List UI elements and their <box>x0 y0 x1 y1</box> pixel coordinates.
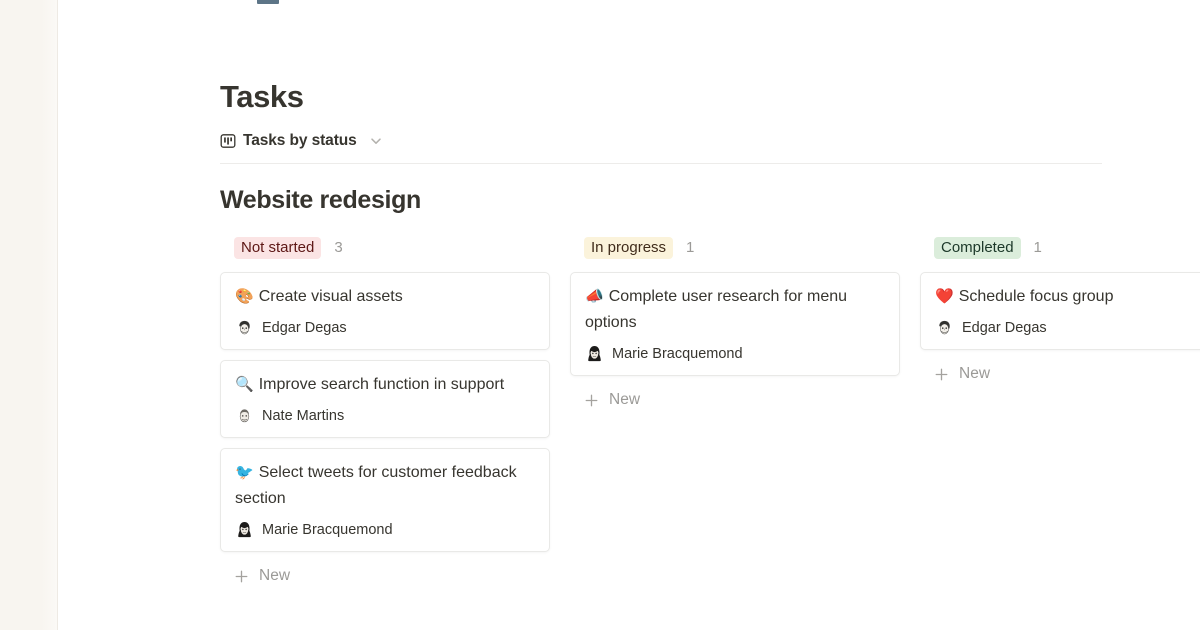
task-card-title: 📣Complete user research for menu options <box>585 284 885 336</box>
task-title-text: Improve search function in support <box>259 376 504 393</box>
status-badge[interactable]: Not started <box>234 237 321 259</box>
task-card[interactable]: 🔍 Improve search function in support Nate … <box>220 360 550 438</box>
task-card-title: ❤️ Schedule focus group <box>935 284 1200 310</box>
megaphone-emoji: 📣 <box>585 288 604 305</box>
page-content: Tasks Tasks by status Website redesign <box>58 0 1200 585</box>
magnifying-glass-emoji: 🔍 <box>235 376 254 393</box>
avatar <box>935 318 954 337</box>
card-list: 📣Complete user research for menu options… <box>570 272 920 376</box>
task-title-text: Select tweets for customer feedback sect… <box>235 464 517 507</box>
task-card[interactable]: 🎨 Create visual assets Edgar Degas <box>220 272 550 350</box>
page-title: Tasks <box>220 0 1200 116</box>
column-header: In progress 1 <box>570 236 920 259</box>
column-count: 3 <box>334 239 342 256</box>
view-toolbar: Tasks by status <box>220 132 1102 164</box>
column-header: Completed 1 <box>920 236 1200 259</box>
chevron-down-icon[interactable] <box>369 134 383 148</box>
task-title-text: Complete user research for menu options <box>585 288 847 331</box>
new-card-label: New <box>609 391 640 409</box>
task-assignee: Edgar Degas <box>235 318 535 337</box>
artist-palette-emoji: 🎨 <box>235 288 254 305</box>
sidebar-background <box>0 0 57 630</box>
plus-icon <box>934 367 949 382</box>
status-badge[interactable]: In progress <box>584 237 673 259</box>
task-card[interactable]: 📣Complete user research for menu options… <box>570 272 900 376</box>
board-group-title: Website redesign <box>220 164 1200 216</box>
column-count: 1 <box>686 239 694 256</box>
avatar <box>585 344 604 363</box>
new-card-label: New <box>259 567 290 585</box>
task-assignee: Marie Bracquemond <box>585 344 885 363</box>
kanban-board: Not started 3 🎨 Create visual assets Edgar D… <box>220 236 1200 585</box>
assignee-name: Nate Martins <box>262 408 344 424</box>
new-card-label: New <box>959 365 990 383</box>
assignee-name: Marie Bracquemond <box>612 346 743 362</box>
assignee-name: Edgar Degas <box>262 320 347 336</box>
new-card-button[interactable]: New <box>920 365 1200 383</box>
task-card-title: 🔍 Improve search function in support <box>235 372 535 398</box>
tab-tasks-by-status[interactable]: Tasks by status <box>220 132 383 150</box>
status-badge[interactable]: Completed <box>934 237 1021 259</box>
view-label: Tasks by status <box>243 132 357 150</box>
column-count: 1 <box>1034 239 1042 256</box>
task-assignee: Nate Martins <box>235 406 535 425</box>
red-heart-emoji: ❤️ <box>935 288 954 305</box>
task-card[interactable]: 🐦Select tweets for customer feedback sec… <box>220 448 550 552</box>
new-card-button[interactable]: New <box>570 391 920 409</box>
new-card-button[interactable]: New <box>220 567 570 585</box>
left-sidebar <box>0 0 58 630</box>
board-icon <box>220 133 236 149</box>
task-card-title: 🐦Select tweets for customer feedback sec… <box>235 460 535 512</box>
avatar <box>235 520 254 539</box>
assignee-name: Edgar Degas <box>962 320 1047 336</box>
task-title-text: Schedule focus group <box>959 288 1114 305</box>
assignee-name: Marie Bracquemond <box>262 522 393 538</box>
avatar <box>235 318 254 337</box>
board-column: Completed 1 ❤️ Schedule focus group Edgar De… <box>920 236 1200 585</box>
board-column: Not started 3 🎨 Create visual assets Edgar D… <box>220 236 570 585</box>
task-card[interactable]: ❤️ Schedule focus group Edgar Degas <box>920 272 1200 350</box>
task-assignee: Edgar Degas <box>935 318 1200 337</box>
column-header: Not started 3 <box>220 236 570 259</box>
task-assignee: Marie Bracquemond <box>235 520 535 539</box>
main-content-area: Tasks Tasks by status Website redesign <box>58 0 1200 630</box>
task-card-title: 🎨 Create visual assets <box>235 284 535 310</box>
bird-emoji: 🐦 <box>235 464 254 481</box>
avatar <box>235 406 254 425</box>
board-column: In progress 1 📣Complete user research for … <box>570 236 920 585</box>
task-title-text: Create visual assets <box>259 288 403 305</box>
plus-icon <box>584 393 599 408</box>
app-window: Tasks Tasks by status Website redesign <box>0 0 1200 630</box>
card-list: ❤️ Schedule focus group Edgar Degas <box>920 272 1200 350</box>
card-list: 🎨 Create visual assets Edgar Degas 🔍 Improve… <box>220 272 570 552</box>
plus-icon <box>234 569 249 584</box>
